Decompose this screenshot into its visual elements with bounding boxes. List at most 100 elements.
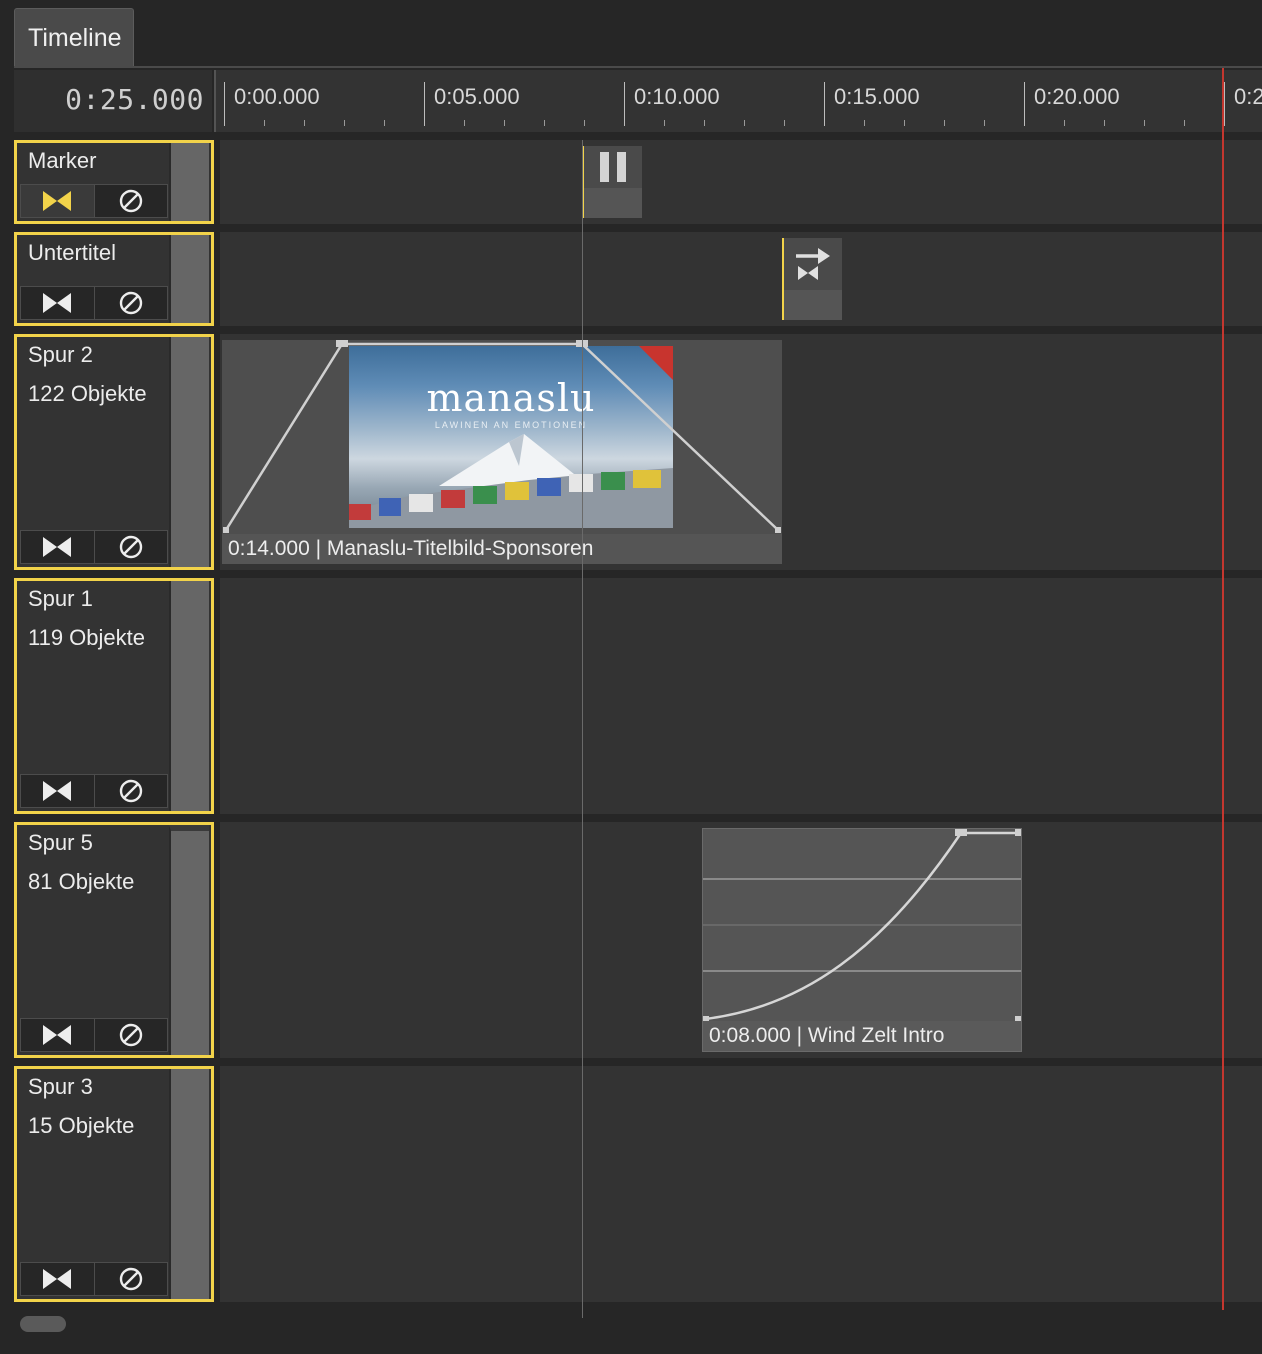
track-controls xyxy=(20,774,168,808)
track-title: Spur 1 xyxy=(28,586,93,611)
ruler-minor-tick xyxy=(1144,120,1145,126)
bowtie-icon xyxy=(43,781,72,801)
track-header-spur-2[interactable]: Spur 2 122 Objekte xyxy=(14,334,214,570)
track-lane-spur-5[interactable]: 0:08.000 | Wind Zelt Intro xyxy=(220,822,1262,1058)
no-entry-icon xyxy=(119,189,142,213)
track-title: Spur 3 xyxy=(28,1074,93,1099)
ruler-minor-tick xyxy=(904,120,905,126)
no-entry-icon xyxy=(119,291,142,315)
subtitle-transition-clip[interactable] xyxy=(782,238,842,320)
no-entry-icon xyxy=(119,779,142,803)
disable-button[interactable] xyxy=(93,185,168,217)
clip-label: 0:14.000 | Manaslu-Titelbild-Sponsoren xyxy=(222,534,782,564)
track-header-spur-1[interactable]: Spur 1 119 Objekte xyxy=(14,578,214,814)
ruler-minor-tick xyxy=(264,120,265,126)
track-object-count: 119 Objekte xyxy=(28,625,146,650)
pause-icon xyxy=(600,152,626,182)
pause-marker-clip[interactable] xyxy=(582,146,642,218)
track-header-spur-3[interactable]: Spur 3 15 Objekte xyxy=(14,1066,214,1302)
track-object-count: 81 Objekte xyxy=(28,869,135,894)
time-ruler[interactable]: 0:00.000 0:05.000 0:10.000 0:15.000 0:20… xyxy=(214,70,1262,132)
ruler-tick xyxy=(624,82,625,126)
track-header-subtitles[interactable]: Untertitel xyxy=(14,232,214,326)
track-lane-spur-2[interactable]: manaslu LAWINEN AN EMOTIONEN 0:14.000 | … xyxy=(220,334,1262,570)
opacity-envelope[interactable] xyxy=(222,340,782,564)
ruler-minor-tick xyxy=(744,120,745,126)
bowtie-icon xyxy=(43,293,72,313)
ruler-minor-tick xyxy=(504,120,505,126)
disable-button[interactable] xyxy=(93,531,168,563)
marker-clip-footer xyxy=(784,290,842,320)
ruler-minor-tick xyxy=(584,120,585,126)
track-color-strip[interactable] xyxy=(169,143,209,221)
disable-button[interactable] xyxy=(93,1263,168,1295)
ruler-label: 0:20.000 xyxy=(1034,84,1120,109)
bowtie-icon xyxy=(43,1269,72,1289)
track-title: Marker xyxy=(28,148,97,173)
ruler-tick xyxy=(1024,82,1025,126)
follow-button[interactable] xyxy=(21,185,94,217)
track-lane-marker[interactable] xyxy=(220,140,1262,224)
track-object-count: 15 Objekte xyxy=(28,1113,135,1138)
no-entry-icon xyxy=(119,535,142,559)
video-clip[interactable]: manaslu LAWINEN AN EMOTIONEN 0:14.000 | … xyxy=(222,340,782,564)
ruler-minor-tick xyxy=(304,120,305,126)
horizontal-scrollbar-thumb[interactable] xyxy=(20,1316,66,1332)
track-color-strip[interactable] xyxy=(169,825,209,1055)
track-title: Spur 2 xyxy=(28,342,93,367)
timecode-display: 0:25.000 xyxy=(14,70,212,132)
track-controls xyxy=(20,286,168,320)
playhead-line[interactable] xyxy=(582,140,583,1318)
ruler-label: 0:05.000 xyxy=(434,84,520,109)
ruler-minor-tick xyxy=(1064,120,1065,126)
ruler-minor-tick xyxy=(664,120,665,126)
ruler-minor-tick xyxy=(784,120,785,126)
track-lane-spur-3[interactable] xyxy=(220,1066,1262,1302)
track-controls xyxy=(20,1262,168,1296)
disable-button[interactable] xyxy=(93,775,168,807)
follow-button[interactable] xyxy=(21,531,94,563)
ruler-minor-tick xyxy=(864,120,865,126)
ruler-label: 0:15.000 xyxy=(834,84,920,109)
ruler-minor-tick xyxy=(544,120,545,126)
marker-clip-footer xyxy=(584,188,642,218)
disable-button[interactable] xyxy=(93,1019,168,1051)
track-header-marker[interactable]: Marker xyxy=(14,140,214,224)
tab-timeline[interactable]: Timeline xyxy=(14,8,134,68)
track-header-spur-5[interactable]: Spur 5 81 Objekte xyxy=(14,822,214,1058)
track-lane-spur-1[interactable] xyxy=(220,578,1262,814)
follow-button[interactable] xyxy=(21,287,94,319)
follow-button[interactable] xyxy=(21,1263,94,1295)
ruler-tick xyxy=(824,82,825,126)
track-color-strip[interactable] xyxy=(169,337,209,567)
clip-label: 0:08.000 | Wind Zelt Intro xyxy=(703,1021,1021,1051)
follow-button[interactable] xyxy=(21,1019,94,1051)
ruler-minor-tick xyxy=(1184,120,1185,126)
disable-button[interactable] xyxy=(93,287,168,319)
audio-clip[interactable]: 0:08.000 | Wind Zelt Intro xyxy=(702,828,1022,1052)
end-position-line[interactable] xyxy=(1222,68,1224,1310)
ruler-label: 0:10.000 xyxy=(634,84,720,109)
ruler-minor-tick xyxy=(1104,120,1105,126)
track-controls xyxy=(20,1018,168,1052)
track-lane-subtitles[interactable] xyxy=(220,232,1262,326)
ruler-minor-tick xyxy=(704,120,705,126)
track-color-strip[interactable] xyxy=(169,1069,209,1299)
follow-button[interactable] xyxy=(21,775,94,807)
bowtie-icon xyxy=(43,1025,72,1045)
audio-waveform xyxy=(703,829,1021,1022)
track-object-count: 122 Objekte xyxy=(28,381,147,406)
track-controls xyxy=(20,184,168,218)
transition-arrow-icon xyxy=(796,248,830,280)
ruler-minor-tick xyxy=(464,120,465,126)
ruler-minor-tick xyxy=(944,120,945,126)
track-controls xyxy=(20,530,168,564)
ruler-tick xyxy=(224,82,225,126)
no-entry-icon xyxy=(119,1023,142,1047)
bowtie-icon xyxy=(43,191,72,211)
track-color-strip[interactable] xyxy=(169,235,209,323)
track-color-strip[interactable] xyxy=(169,581,209,811)
ruler-label: 0:00.000 xyxy=(234,84,320,109)
bowtie-icon xyxy=(43,537,72,557)
ruler-minor-tick xyxy=(384,120,385,126)
